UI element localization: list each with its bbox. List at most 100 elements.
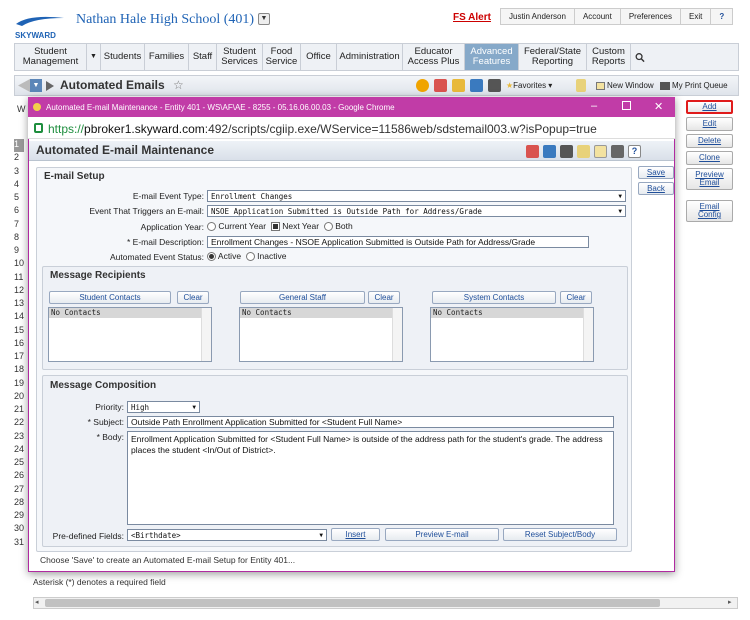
- row-number: 30: [14, 523, 25, 534]
- body-textarea[interactable]: Enrollment Application Submitted for <St…: [127, 431, 614, 525]
- predefined-fields-select[interactable]: <Birthdate> ▼: [127, 529, 327, 541]
- list-scrollbar[interactable]: [392, 308, 402, 361]
- camera-icon[interactable]: [560, 145, 573, 158]
- account-link[interactable]: Account: [575, 9, 621, 24]
- clipboard-icon[interactable]: [576, 79, 586, 92]
- export-icon[interactable]: [543, 145, 556, 158]
- camera-icon[interactable]: [488, 79, 501, 92]
- nav-students[interactable]: Students: [101, 44, 145, 70]
- note-icon[interactable]: [452, 79, 465, 92]
- minimize-icon[interactable]: –: [591, 100, 597, 112]
- list-scrollbar[interactable]: [201, 308, 211, 361]
- user-links: Justin Anderson Account Preferences Exit…: [500, 8, 734, 25]
- list-scrollbar[interactable]: [583, 308, 593, 361]
- student-contacts-button[interactable]: Student Contacts: [49, 291, 171, 304]
- nav-administration[interactable]: Administration: [337, 44, 403, 70]
- fs-alert-link[interactable]: FS Alert: [453, 12, 491, 23]
- clear-system-contacts-button[interactable]: Clear: [560, 291, 592, 304]
- report-icon[interactable]: [526, 145, 539, 158]
- nav-student-services[interactable]: Student Services: [217, 44, 263, 70]
- user-name-link[interactable]: Justin Anderson: [501, 9, 575, 24]
- preview-email-button[interactable]: Preview E-mail: [385, 528, 499, 541]
- scrollbar-thumb[interactable]: [45, 599, 660, 607]
- description-input[interactable]: Enrollment Changes - NSOE Application Su…: [207, 236, 589, 248]
- favorite-star-icon[interactable]: ☆: [173, 78, 184, 92]
- row-number: 25: [14, 457, 25, 467]
- nav-advanced-features[interactable]: Advanced Features: [465, 44, 519, 70]
- general-staff-button[interactable]: General Staff: [240, 291, 365, 304]
- new-window-icon[interactable]: [594, 145, 607, 158]
- save-button[interactable]: Save: [638, 166, 674, 179]
- nav-families[interactable]: Families: [145, 44, 189, 70]
- predefined-fields-label: Pre-defined Fields:: [52, 531, 124, 541]
- add-button[interactable]: Add: [686, 100, 733, 114]
- list-item[interactable]: No Contacts: [240, 308, 392, 318]
- preview-email-button[interactable]: Preview Email: [686, 168, 733, 190]
- nav-dropdown-icon[interactable]: ▼: [87, 44, 101, 70]
- nav-educator-access-plus[interactable]: Educator Access Plus: [403, 44, 465, 70]
- description-label: * E-mail Description:: [127, 237, 204, 247]
- background-column-letter: W: [17, 104, 26, 114]
- alert-icon[interactable]: [416, 79, 429, 92]
- next-year-checkbox[interactable]: [270, 222, 280, 232]
- insert-button[interactable]: Insert: [331, 528, 380, 541]
- export-icon[interactable]: [470, 79, 483, 92]
- general-staff-list[interactable]: No Contacts: [239, 307, 403, 362]
- system-contacts-list[interactable]: No Contacts: [430, 307, 594, 362]
- subject-input[interactable]: Outside Path Enrollment Application Subm…: [127, 416, 614, 428]
- list-item[interactable]: No Contacts: [49, 308, 201, 318]
- report-icon[interactable]: [434, 79, 447, 92]
- school-name[interactable]: Nathan Hale High School (401): [76, 12, 254, 28]
- exit-link[interactable]: Exit: [681, 9, 712, 24]
- student-contacts-list[interactable]: No Contacts: [48, 307, 212, 362]
- priority-select[interactable]: High ▼: [127, 401, 200, 413]
- nav-staff[interactable]: Staff: [189, 44, 217, 70]
- row-number: 5: [14, 192, 20, 202]
- scroll-right-icon[interactable]: ▸: [728, 598, 732, 606]
- application-year-label: Application Year:: [140, 222, 204, 232]
- nav-student-management[interactable]: Student Management: [15, 44, 87, 70]
- reset-subject-body-button[interactable]: Reset Subject/Body: [503, 528, 617, 541]
- printer-icon[interactable]: [611, 145, 624, 158]
- scroll-left-icon[interactable]: ◂: [35, 598, 39, 606]
- clipboard-icon[interactable]: [577, 145, 590, 158]
- system-contacts-button[interactable]: System Contacts: [432, 291, 556, 304]
- delete-button[interactable]: Delete: [686, 134, 733, 148]
- trigger-select[interactable]: NSOE Application Submitted is Outside Pa…: [207, 205, 626, 217]
- history-dropdown-icon[interactable]: ▼: [30, 79, 42, 92]
- event-type-select[interactable]: Enrollment Changes ▼: [207, 190, 626, 202]
- nav-food-service[interactable]: Food Service: [263, 44, 301, 70]
- current-year-radio[interactable]: [207, 222, 216, 232]
- back-button[interactable]: Back: [638, 182, 674, 195]
- list-item[interactable]: No Contacts: [431, 308, 583, 318]
- email-config-button[interactable]: Email Config: [686, 200, 733, 222]
- row-number: 6: [14, 205, 20, 216]
- url-text[interactable]: https://pbroker1.skyward.com:492/scripts…: [48, 122, 597, 136]
- print-queue-link[interactable]: My Print Queue: [660, 81, 728, 90]
- nav-federal-state-reporting[interactable]: Federal/State Reporting: [519, 44, 587, 70]
- maximize-icon[interactable]: [622, 101, 631, 110]
- new-window-link[interactable]: New Window: [596, 81, 654, 90]
- row-number: 19: [14, 377, 25, 388]
- clear-general-staff-button[interactable]: Clear: [368, 291, 400, 304]
- close-icon[interactable]: ✕: [654, 100, 663, 113]
- clone-button[interactable]: Clone: [686, 151, 733, 165]
- clear-student-contacts-button[interactable]: Clear: [177, 291, 209, 304]
- nav-office[interactable]: Office: [301, 44, 337, 70]
- row-number: 17: [14, 351, 25, 361]
- preferences-link[interactable]: Preferences: [621, 9, 681, 24]
- row-number: 8: [14, 231, 20, 242]
- active-radio[interactable]: [207, 252, 216, 262]
- search-icon[interactable]: [631, 44, 649, 70]
- help-link[interactable]: ?: [711, 9, 732, 24]
- row-number: 27: [14, 483, 25, 494]
- inactive-radio[interactable]: [245, 252, 255, 262]
- nav-custom-reports[interactable]: Custom Reports: [587, 44, 631, 70]
- both-radio[interactable]: [323, 222, 333, 232]
- favorites-link[interactable]: ★Favorites ▾: [506, 81, 552, 90]
- edit-button[interactable]: Edit: [686, 117, 733, 131]
- help-icon[interactable]: ?: [628, 145, 641, 158]
- school-dropdown-icon[interactable]: ▼: [258, 13, 270, 25]
- status-label: Automated Event Status:: [109, 252, 204, 262]
- row-number: 16: [14, 337, 25, 348]
